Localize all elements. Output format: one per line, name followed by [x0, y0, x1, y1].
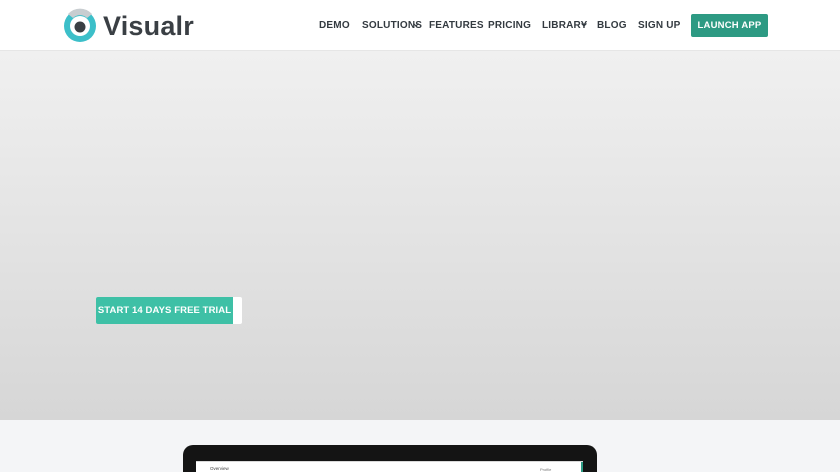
trial-button-wrapper: START 14 DAYS FREE TRIAL [96, 297, 242, 324]
preview-title: Overview [210, 466, 229, 471]
top-navbar: Visualr DEMO SOLUTIONS FEATURES PRICING … [0, 0, 840, 51]
nav-features[interactable]: FEATURES [429, 19, 484, 32]
preview-meta: Profile [540, 467, 552, 472]
launch-app-button[interactable]: LAUNCH APP [691, 14, 768, 37]
nav-blog[interactable]: BLOG [597, 19, 627, 32]
chevron-down-icon[interactable] [580, 21, 588, 29]
nav-sign-up[interactable]: SIGN UP [638, 19, 681, 32]
nav-demo[interactable]: DEMO [319, 19, 350, 32]
chevron-down-icon[interactable] [412, 21, 420, 29]
device-screen: Overview Profile [196, 461, 583, 472]
screen-accent-bar [581, 462, 583, 472]
free-trial-button[interactable]: START 14 DAYS FREE TRIAL [96, 297, 233, 324]
hero-section [0, 51, 840, 420]
nav-pricing[interactable]: PRICING [488, 19, 531, 32]
device-mockup: Overview Profile [183, 445, 597, 472]
